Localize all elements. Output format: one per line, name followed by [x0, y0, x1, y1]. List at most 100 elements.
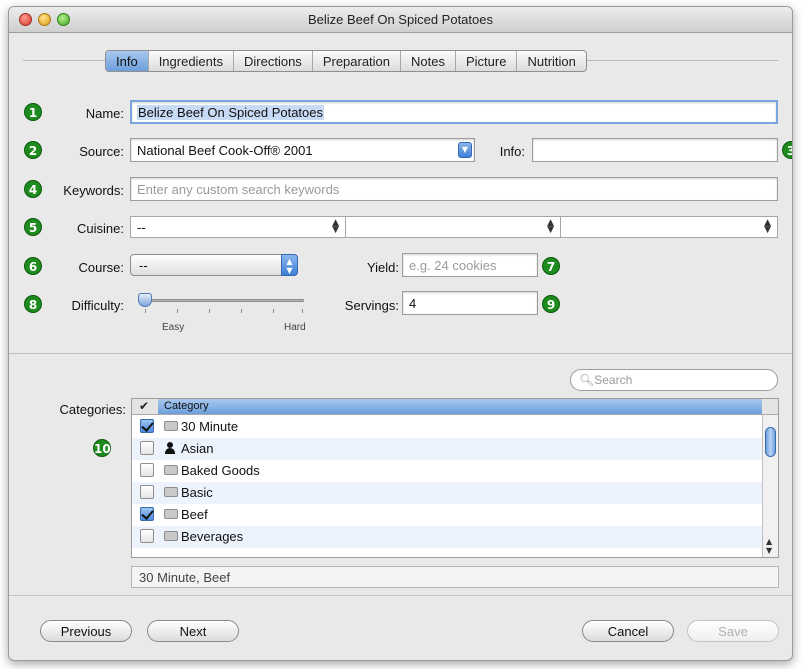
- category-icon: [164, 487, 178, 497]
- keywords-field[interactable]: Enter any custom search keywords: [130, 177, 778, 201]
- tab-picture[interactable]: Picture: [456, 51, 518, 71]
- category-icon: [164, 509, 178, 519]
- cuisine-select-2[interactable]: ▲ ▼: [345, 216, 561, 238]
- difficulty-min-label: Easy: [162, 322, 185, 333]
- table-row[interactable]: Baked Goods: [132, 460, 762, 482]
- servings-field[interactable]: 4: [402, 291, 538, 315]
- callout-badge-6: 6: [24, 257, 42, 275]
- table-header: ✔ Category: [132, 399, 778, 415]
- course-value: --: [139, 258, 148, 273]
- servings-label: Servings:: [344, 298, 399, 313]
- scroll-arrows-icon[interactable]: ▲ ▼: [766, 537, 772, 555]
- updown-arrows-icon: ▲ ▼: [547, 218, 554, 235]
- slider-tick: [302, 309, 303, 313]
- categories-table: ✔ Category 30 Minute Asian Baked Goods Basi…: [131, 398, 779, 558]
- course-popup[interactable]: -- ▲ ▼: [130, 254, 298, 276]
- table-row[interactable]: Beef: [132, 504, 762, 526]
- footer-divider: [9, 595, 792, 596]
- person-icon: [164, 442, 176, 454]
- callout-badge-2: 2: [24, 141, 42, 159]
- category-checkbox[interactable]: [140, 507, 154, 521]
- next-button[interactable]: Next: [147, 620, 239, 642]
- slider-tick: [241, 309, 242, 313]
- callout-badge-9: 9: [542, 295, 560, 313]
- table-row[interactable]: 30 Minute: [132, 416, 762, 438]
- category-checkbox[interactable]: [140, 463, 154, 477]
- category-search-field[interactable]: 🔍︎Search: [570, 369, 778, 391]
- slider-tick: [177, 309, 178, 313]
- previous-button[interactable]: Previous: [40, 620, 132, 642]
- category-label: Asian: [181, 441, 214, 456]
- source-label: Source:: [79, 144, 124, 159]
- updown-arrows-icon: ▲ ▼: [764, 218, 771, 235]
- category-checkbox[interactable]: [140, 529, 154, 543]
- info-field[interactable]: [532, 138, 778, 162]
- category-icon: [164, 531, 178, 541]
- yield-label: Yield:: [366, 260, 399, 275]
- callout-badge-3: 3: [782, 141, 792, 159]
- slider-tick: [145, 309, 146, 313]
- info-label: Info:: [499, 144, 525, 159]
- category-icon: [164, 465, 178, 475]
- table-row[interactable]: Basic: [132, 482, 762, 504]
- tab-notes[interactable]: Notes: [401, 51, 456, 71]
- table-row[interactable]: Beverages: [132, 526, 762, 548]
- cuisine-label: Cuisine:: [77, 221, 124, 236]
- tab-nutrition[interactable]: Nutrition: [517, 51, 585, 71]
- categories-label: Categories:: [59, 402, 126, 417]
- section-divider: [9, 353, 792, 354]
- category-label: Beef: [181, 507, 208, 522]
- search-placeholder: Search: [594, 373, 633, 387]
- difficulty-max-label: Hard: [284, 322, 306, 333]
- callout-badge-8: 8: [24, 295, 42, 313]
- checked-column-header[interactable]: ✔: [139, 399, 149, 413]
- source-dropdown-arrow-icon[interactable]: ▼: [458, 142, 472, 158]
- slider-tick: [209, 309, 210, 313]
- save-button[interactable]: Save: [687, 620, 779, 642]
- window-title: Belize Beef On Spiced Potatoes: [307, 12, 493, 27]
- scrollbar-thumb[interactable]: [765, 427, 776, 457]
- category-label: Beverages: [181, 529, 244, 544]
- name-label: Name:: [85, 106, 124, 121]
- category-checkbox[interactable]: [140, 485, 154, 499]
- category-checkbox[interactable]: [140, 419, 154, 433]
- category-label: 30 Minute: [181, 419, 239, 434]
- cuisine-select-1[interactable]: -- ▲ ▼: [130, 216, 346, 238]
- keywords-label: Keywords:: [63, 183, 124, 198]
- tab-ingredients[interactable]: Ingredients: [149, 51, 235, 71]
- updown-arrows-icon: ▲ ▼: [281, 254, 298, 276]
- cancel-button[interactable]: Cancel: [582, 620, 674, 642]
- callout-badge-10: 10: [93, 439, 111, 457]
- category-checkbox[interactable]: [140, 441, 154, 455]
- course-label: Course:: [78, 260, 124, 275]
- category-icon: [164, 421, 178, 431]
- tab-preparation[interactable]: Preparation: [313, 51, 402, 71]
- source-combobox[interactable]: National Beef Cook-Off® 2001: [130, 138, 475, 162]
- difficulty-slider-knob[interactable]: [138, 293, 152, 307]
- callout-badge-7: 7: [542, 257, 560, 275]
- yield-field[interactable]: e.g. 24 cookies: [402, 253, 538, 277]
- category-column-header[interactable]: Category: [158, 399, 762, 414]
- table-vertical-scrollbar[interactable]: ▲ ▼: [762, 415, 778, 557]
- difficulty-slider-track[interactable]: [138, 299, 304, 302]
- tab-directions[interactable]: Directions: [234, 51, 313, 71]
- table-row[interactable]: Asian: [132, 438, 762, 460]
- name-field[interactable]: Belize Beef On Spiced Potatoes: [130, 100, 778, 124]
- callout-badge-1: 1: [24, 103, 42, 121]
- cuisine-select-1-value: --: [137, 220, 146, 235]
- category-label: Baked Goods: [181, 463, 260, 478]
- title-bar: Belize Beef On Spiced Potatoes: [9, 7, 792, 33]
- cuisine-select-3[interactable]: ▲ ▼: [560, 216, 778, 238]
- name-value: Belize Beef On Spiced Potatoes: [137, 105, 325, 120]
- updown-arrows-icon: ▲ ▼: [332, 218, 339, 235]
- tab-bar: Info Ingredients Directions Preparation …: [105, 50, 587, 72]
- recipe-window: Belize Beef On Spiced Potatoes Info Ingr…: [8, 6, 793, 661]
- tab-info[interactable]: Info: [106, 51, 149, 71]
- slider-tick: [273, 309, 274, 313]
- search-icon: 🔍︎: [579, 373, 595, 387]
- source-value: National Beef Cook-Off® 2001: [137, 143, 313, 158]
- selected-categories-summary: 30 Minute, Beef: [131, 566, 779, 588]
- callout-badge-5: 5: [24, 218, 42, 236]
- category-label: Basic: [181, 485, 213, 500]
- difficulty-label: Difficulty:: [71, 298, 125, 313]
